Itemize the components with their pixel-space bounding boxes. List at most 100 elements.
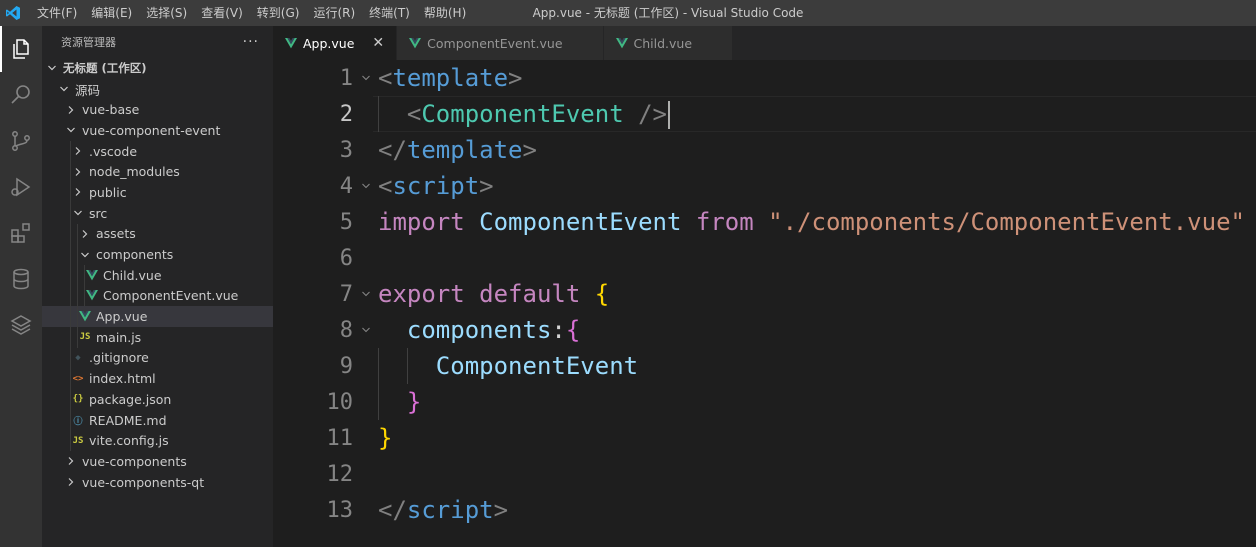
tree-item-label: node_modules <box>89 164 180 180</box>
explorer-sidebar: 资源管理器 ··· 无标题 (工作区) 源码 vue-base vue-compo… <box>42 26 273 547</box>
run-debug-icon[interactable] <box>0 164 42 210</box>
code-line[interactable]: 13 </script> <box>273 492 1256 528</box>
chevron-right-icon <box>65 455 77 467</box>
vue-file-icon <box>409 37 422 49</box>
tree-item-label: Child.vue <box>103 267 162 283</box>
code-token: : <box>551 316 566 344</box>
more-actions-icon[interactable]: ··· <box>243 34 259 50</box>
code-editor[interactable]: 1 <template> 2 <ComponentEvent /> 3 </templa… <box>273 60 1256 547</box>
tree-item-label: ComponentEvent.vue <box>103 288 239 304</box>
root-folder-label: 源码 <box>75 82 101 98</box>
code-line[interactable]: 9 ComponentEvent <box>273 348 1256 384</box>
fold-chevron-icon[interactable] <box>359 179 373 193</box>
tab-child-vue[interactable]: Child.vue <box>603 26 734 60</box>
search-icon[interactable] <box>0 72 42 118</box>
folder-row[interactable]: vue-component-event <box>42 120 273 141</box>
code-text: export default { <box>378 280 609 308</box>
chevron-down-icon <box>58 83 70 95</box>
code-token: default <box>479 280 581 308</box>
code-line[interactable]: 8 components:{ <box>273 312 1256 348</box>
source-control-icon[interactable] <box>0 118 42 164</box>
file-row[interactable]: Child.vue <box>42 264 273 286</box>
folder-row[interactable]: node_modules <box>42 161 273 183</box>
tree-indent-guide <box>70 347 71 369</box>
code-token: /> <box>638 99 668 128</box>
fold-chevron-icon[interactable] <box>359 323 373 337</box>
code-line[interactable]: 11} <box>273 420 1256 456</box>
workspace-label: 无标题 (工作区) <box>63 61 147 76</box>
folder-row[interactable]: src <box>42 202 273 224</box>
file-row[interactable]: App.vue <box>42 306 273 327</box>
code-text: } <box>378 388 421 416</box>
file-row[interactable]: {} package.json <box>42 389 273 410</box>
file-row[interactable]: JS main.js <box>42 326 273 348</box>
tab-app-vue[interactable]: App.vue ✕ <box>273 26 398 60</box>
code-line[interactable]: 10 } <box>273 384 1256 420</box>
code-token: < <box>378 172 393 200</box>
code-token: { <box>565 316 581 344</box>
file-row[interactable]: ComponentEvent.vue <box>42 285 273 307</box>
code-line[interactable]: 4 <script> <box>273 168 1256 204</box>
code-token: </ <box>378 136 407 164</box>
folder-row[interactable]: assets <box>42 223 273 245</box>
extensions-icon[interactable] <box>0 210 42 256</box>
tab-label: Child.vue <box>633 35 693 51</box>
code-line[interactable]: 7 export default { <box>273 276 1256 312</box>
tree-item-label: vue-components-qt <box>82 474 205 490</box>
tree-indent-guide <box>70 202 71 224</box>
window-title: App.vue - 无标题 (工作区) - Visual Studio Code <box>532 6 804 20</box>
tree-indent-guide <box>70 182 71 203</box>
explorer-icon[interactable] <box>0 26 42 72</box>
code-token: </ <box>378 496 407 524</box>
folder-row[interactable]: components <box>42 244 273 265</box>
tab-label: App.vue <box>303 35 355 51</box>
folder-row[interactable]: vue-components <box>42 451 273 472</box>
file-row[interactable]: ⓘ README.md <box>42 409 273 431</box>
folder-row[interactable]: public <box>42 182 273 203</box>
tree-indent-guide <box>70 264 71 286</box>
line-number: 1 <box>339 65 353 91</box>
code-line[interactable]: 12 <box>273 456 1256 492</box>
folder-row[interactable]: vue-components-qt <box>42 472 273 493</box>
line-number: 9 <box>339 353 353 379</box>
code-text: <script> <box>378 172 494 200</box>
code-line[interactable]: 3 </template> <box>273 132 1256 168</box>
chevron-down-icon <box>46 62 58 74</box>
tab-componentevent-vue[interactable]: ComponentEvent.vue <box>397 26 604 60</box>
tree-item-label: .gitignore <box>89 350 149 366</box>
folder-row[interactable]: .vscode <box>42 140 273 162</box>
code-line[interactable]: 6 <box>273 240 1256 276</box>
sidebar-title: 资源管理器 <box>61 36 116 49</box>
chevron-right-icon <box>65 476 77 488</box>
code-line[interactable]: 2 <ComponentEvent /> <box>273 96 1256 132</box>
layers-icon[interactable] <box>0 302 42 348</box>
close-icon[interactable]: ✕ <box>372 35 384 51</box>
file-row[interactable]: ◆ .gitignore <box>42 347 273 369</box>
vue-file-icon <box>86 290 98 302</box>
tree-indent-guide <box>70 161 71 183</box>
root-folder-row[interactable]: 源码 <box>42 79 273 100</box>
tree-item-label: src <box>89 205 108 221</box>
tree-item-label: index.html <box>89 371 156 387</box>
database-icon[interactable] <box>0 256 42 302</box>
vue-file-icon <box>86 269 98 281</box>
file-row[interactable]: <> index.html <box>42 368 273 389</box>
file-row[interactable]: JS vite.config.js <box>42 430 273 452</box>
tree-item-label: main.js <box>96 329 142 345</box>
code-line[interactable]: 1 <template> <box>273 60 1256 96</box>
code-line[interactable]: 5 import ComponentEvent from "./component… <box>273 204 1256 240</box>
tree-indent-guide <box>70 140 71 162</box>
chevron-right-icon <box>72 166 84 178</box>
chevron-down-icon <box>65 124 77 136</box>
code-token: < <box>378 64 393 92</box>
folder-row[interactable]: vue-base <box>42 99 273 120</box>
fold-chevron-icon[interactable] <box>359 287 373 301</box>
vue-file-icon <box>79 311 91 323</box>
fold-chevron-icon[interactable] <box>359 71 373 85</box>
workspace-row[interactable]: 无标题 (工作区) <box>42 58 273 79</box>
